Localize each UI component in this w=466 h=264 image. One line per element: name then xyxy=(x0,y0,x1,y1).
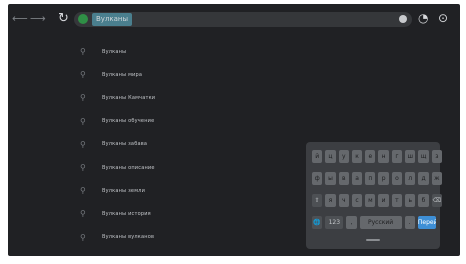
key[interactable]: ж xyxy=(431,172,442,185)
search-icon: ⚲ xyxy=(80,186,86,196)
keyboard-row-1: й ц у к е н г ш щ з xyxy=(312,150,442,163)
reload-icon[interactable]: ↻ xyxy=(58,12,69,25)
shift-key[interactable]: ⇧ xyxy=(312,194,323,207)
key[interactable]: ш xyxy=(405,150,416,163)
search-icon: ⚲ xyxy=(80,70,86,80)
suggestion-label: Вулканы земли xyxy=(102,187,146,194)
key[interactable]: г xyxy=(391,150,403,163)
suggestion-item[interactable]: ⚲ Вулканы описание xyxy=(80,156,240,179)
globe-icon[interactable]: 🌐 xyxy=(312,216,323,229)
suggestion-item[interactable]: ⚲ Вулканы xyxy=(80,40,240,63)
search-query-text[interactable]: Вулканы xyxy=(92,13,133,26)
key[interactable]: в xyxy=(338,172,349,185)
suggestion-label: Вулканы вулканов xyxy=(102,234,155,241)
address-bar[interactable]: Вулканы xyxy=(74,12,412,27)
key[interactable]: б xyxy=(418,194,429,207)
enter-key[interactable]: Перейти xyxy=(417,216,436,229)
search-icon: ⚲ xyxy=(80,93,86,103)
key[interactable]: л xyxy=(405,172,416,185)
suggestion-label: Вулканы обучение xyxy=(102,118,155,125)
search-icon: ⚲ xyxy=(80,47,86,57)
key[interactable]: н xyxy=(378,150,389,163)
suggestions-list: ⚲ Вулканы ⚲ Вулканы мира ⚲ Вулканы Камчатки… xyxy=(80,40,240,249)
keyboard-row-3: ⇧ я ч с м и т ь б ⌫ xyxy=(312,194,442,207)
back-arrow-icon[interactable]: ⟵ xyxy=(12,13,28,25)
suggestion-item[interactable]: ⚲ Вулканы мира xyxy=(80,63,240,86)
suggestion-label: Вулканы xyxy=(102,48,127,55)
key[interactable]: с xyxy=(351,194,363,207)
search-icon: ⚲ xyxy=(80,209,86,219)
key[interactable]: щ xyxy=(418,150,429,163)
suggestion-item[interactable]: ⚲ Вулканы Камчатки xyxy=(80,86,240,109)
key[interactable]: я xyxy=(325,194,336,207)
clear-icon[interactable] xyxy=(399,15,407,23)
key[interactable]: ы xyxy=(325,172,336,185)
key[interactable]: ф xyxy=(312,172,323,185)
space-key[interactable]: Русский xyxy=(359,216,402,229)
search-icon: ⚲ xyxy=(80,139,86,149)
suggestion-item[interactable]: ⚲ Вулканы земли xyxy=(80,179,240,202)
key[interactable]: п xyxy=(365,172,376,185)
on-screen-keyboard: й ц у к е н г ш щ з ф ы в а п р о л д ж … xyxy=(306,142,442,249)
key[interactable]: т xyxy=(391,194,403,207)
browser-toolbar: ⟵ ⟶ ↻ Вулканы ◔ ⊙ xyxy=(8,4,460,34)
suggestion-label: Вулканы описание xyxy=(102,164,155,171)
key[interactable]: ь xyxy=(405,194,416,207)
browser-screen: ⟵ ⟶ ↻ Вулканы ◔ ⊙ ⚲ Вулканы ⚲ Вулканы мира… xyxy=(8,4,460,256)
comma-key[interactable]: , xyxy=(346,216,357,229)
search-icon: ⚲ xyxy=(80,163,86,173)
key[interactable]: и xyxy=(378,194,389,207)
key[interactable]: з xyxy=(431,150,442,163)
suggestion-label: Вулканы Камчатки xyxy=(102,94,156,101)
keyboard-row-2: ф ы в а п р о л д ж xyxy=(312,172,442,185)
menu-icon[interactable]: ⊙ xyxy=(438,12,448,25)
forward-arrow-icon[interactable]: ⟶ xyxy=(30,13,46,25)
key[interactable]: ч xyxy=(338,194,349,207)
period-key[interactable]: . xyxy=(404,216,415,229)
key[interactable]: м xyxy=(365,194,376,207)
key[interactable]: а xyxy=(351,172,363,185)
suggestion-item[interactable]: ⚲ Вулканы обучение xyxy=(80,110,240,133)
search-icon xyxy=(78,14,88,24)
key[interactable]: й xyxy=(312,150,323,163)
suggestion-item[interactable]: ⚲ Вулканы история xyxy=(80,202,240,225)
suggestion-label: Вулканы забава xyxy=(102,141,148,148)
key[interactable]: д xyxy=(418,172,429,185)
keyboard-row-4: 🌐 123 , Русский . Перейти xyxy=(312,216,436,229)
key[interactable]: о xyxy=(391,172,403,185)
key[interactable]: р xyxy=(378,172,389,185)
key[interactable]: к xyxy=(351,150,363,163)
symbols-key[interactable]: 123 xyxy=(325,216,344,229)
suggestion-item[interactable]: ⚲ Вулканы забава xyxy=(80,133,240,156)
suggestion-label: Вулканы история xyxy=(102,210,151,217)
search-icon: ⚲ xyxy=(80,116,86,126)
backspace-key[interactable]: ⌫ xyxy=(431,194,442,207)
key[interactable]: е xyxy=(365,150,376,163)
key[interactable]: ц xyxy=(325,150,336,163)
keyboard-drag-handle[interactable] xyxy=(366,239,380,241)
suggestion-label: Вулканы мира xyxy=(102,71,143,78)
share-icon[interactable]: ◔ xyxy=(418,12,428,25)
key[interactable]: у xyxy=(338,150,349,163)
suggestion-item[interactable]: ⚲ Вулканы вулканов xyxy=(80,226,240,249)
search-icon: ⚲ xyxy=(80,232,86,242)
